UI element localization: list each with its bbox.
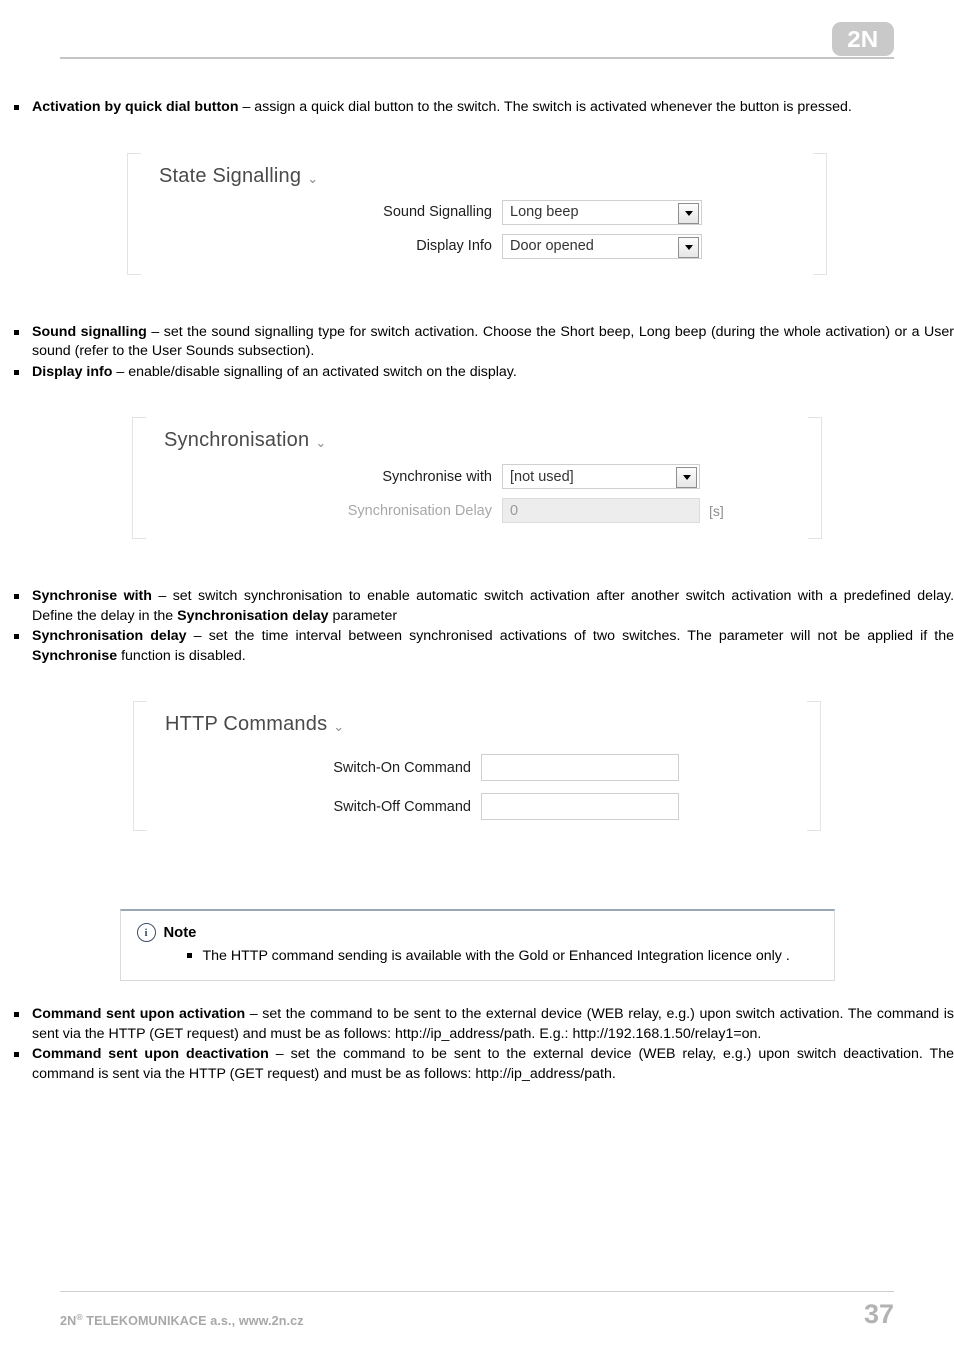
chevron-down-icon[interactable]: ⌄ [315, 436, 326, 449]
bullet-term: Command sent upon activation [32, 1006, 246, 1022]
note-header: i Note [136, 923, 812, 942]
panel-form-rows: Synchronise with [not used] Synchronisat… [132, 452, 822, 539]
synchronisation-panel: Synchronisation ⌄ Synchronise with [not … [132, 417, 822, 539]
field-label: Synchronisation Delay [347, 502, 492, 519]
list-item: Sound signalling – set the sound signall… [0, 323, 954, 362]
bullet-dash: – [238, 99, 255, 115]
form-row-synchronise-with: Synchronise with [not used] [132, 464, 822, 489]
footer-company-prefix: 2N [60, 1314, 77, 1328]
bullet-text: set the sound signalling type for switch… [32, 323, 954, 360]
http-commands-panel: HTTP Commands ⌄ Switch-On Command Switch… [133, 701, 821, 831]
info-icon: i [136, 923, 156, 942]
dropdown-value: [not used] [510, 468, 574, 485]
panel-title[interactable]: State Signalling ⌄ [127, 153, 827, 188]
field-label: Switch-Off Command [333, 798, 471, 815]
bullet-term: Activation by quick dial button [32, 99, 239, 115]
panel-form-rows: Sound Signalling Long beep Display Info … [127, 188, 827, 275]
synchronise-with-dropdown[interactable]: [not used] [502, 464, 700, 489]
field-label: Synchronise with [382, 468, 492, 485]
intro-bullet-list: Activation by quick dial button – assign… [0, 98, 954, 118]
header-divider [60, 57, 894, 59]
panel-title[interactable]: HTTP Commands ⌄ [133, 701, 821, 736]
footer-company: 2N® TELEKOMUNIKACE a.s., www.2n.cz [60, 1312, 304, 1328]
input-value: 0 [510, 502, 519, 519]
dropdown-arrow-icon[interactable] [678, 202, 699, 224]
note-item-list: The HTTP command sending is available wi… [137, 946, 812, 966]
bullet-dash: – [268, 1046, 291, 1062]
panel-title-text: State Signalling [159, 164, 302, 187]
brand-logo-2n: 2N [832, 22, 894, 56]
bullet-term: Sound signalling [32, 323, 147, 340]
bullet-text: assign a quick dial button to the switch… [254, 99, 852, 115]
footer-company-rest: TELEKOMUNIKACE a.s., www.2n.cz [82, 1314, 304, 1328]
bullet-dash: – [186, 628, 209, 644]
field-label: Switch-On Command [333, 759, 471, 776]
field-label: Display Info [416, 238, 492, 254]
bullet-term: Synchronise with [32, 588, 152, 604]
list-item: Command sent upon deactivation – set the… [0, 1045, 954, 1084]
form-row-synchronisation-delay: Synchronisation Delay 0 [s] [132, 498, 822, 523]
bullet-text-tail: function is disabled. [117, 647, 246, 664]
dropdown-arrow-icon[interactable] [678, 236, 699, 258]
panel-form-rows: Switch-On Command Switch-Off Command [133, 736, 821, 836]
brand-logo-text: 2N [847, 25, 879, 52]
http-commands-bullet-list: Command sent upon activation – set the c… [0, 1005, 954, 1084]
chevron-down-icon[interactable]: ⌄ [333, 720, 344, 733]
form-row-switch-on-command: Switch-On Command [133, 754, 821, 781]
display-info-dropdown[interactable]: Door opened [502, 233, 702, 259]
state-signalling-bullet-list: Sound signalling – set the sound signall… [0, 323, 954, 383]
bullet-dash: – [112, 363, 129, 380]
synchronisation-delay-input[interactable]: 0 [502, 498, 700, 523]
dropdown-arrow-icon[interactable] [676, 467, 697, 488]
list-item: Command sent upon activation – set the c… [0, 1005, 954, 1044]
state-signalling-panel: State Signalling ⌄ Sound Signalling Long… [127, 152, 827, 275]
bullet-dash: – [245, 1006, 263, 1022]
synchronisation-bullet-list: Synchronise with – set switch synchronis… [0, 587, 954, 666]
panel-title[interactable]: Synchronisation ⌄ [132, 417, 822, 452]
bullet-dash: – [151, 588, 173, 604]
bullet-term: Synchronisation delay [32, 628, 187, 644]
sound-signalling-dropdown[interactable]: Long beep [502, 199, 702, 225]
page-number: 37 [863, 1299, 894, 1329]
dropdown-value: Door opened [510, 238, 594, 254]
bullet-term: Command sent upon deactivation [32, 1046, 269, 1062]
form-row-switch-off-command: Switch-Off Command [133, 793, 821, 820]
panel-title-text: HTTP Commands [165, 713, 328, 735]
note-title: Note [163, 924, 197, 941]
form-row-sound-signalling: Sound Signalling Long beep [127, 199, 827, 225]
field-label: Sound Signalling [383, 204, 492, 220]
bullet-emphasis: Synchronise [32, 647, 118, 664]
page-header: 2N [0, 0, 954, 62]
bullet-term: Display info [32, 363, 113, 380]
list-item: Synchronisation delay – set the time int… [0, 627, 954, 666]
page-footer: 2N® TELEKOMUNIKACE a.s., www.2n.cz 37 [60, 1291, 894, 1328]
note-box: i Note The HTTP command sending is avail… [119, 909, 835, 981]
list-item: Display info – enable/disable signalling… [0, 363, 954, 383]
bullet-text: enable/disable signalling of an activate… [128, 363, 517, 380]
list-item: The HTTP command sending is available wi… [186, 946, 812, 966]
bullet-text: set the time interval between synchronis… [208, 628, 954, 644]
bullet-dash: – [146, 323, 164, 340]
bullet-emphasis: Synchronisation delay [177, 607, 329, 624]
page-content: Activation by quick dial button – assign… [0, 98, 954, 1085]
chevron-down-icon[interactable]: ⌄ [307, 172, 318, 185]
form-row-display-info: Display Info Door opened [127, 233, 827, 259]
panel-title-text: Synchronisation [164, 429, 310, 451]
list-item: Synchronise with – set switch synchronis… [0, 587, 954, 626]
bullet-text-tail: parameter [328, 607, 398, 624]
footer-divider [60, 1291, 894, 1292]
unit-label-seconds: [s] [709, 502, 724, 519]
switch-on-command-input[interactable] [481, 754, 679, 781]
list-item: Activation by quick dial button – assign… [0, 98, 954, 118]
switch-off-command-input[interactable] [481, 793, 679, 820]
dropdown-value: Long beep [510, 204, 579, 220]
